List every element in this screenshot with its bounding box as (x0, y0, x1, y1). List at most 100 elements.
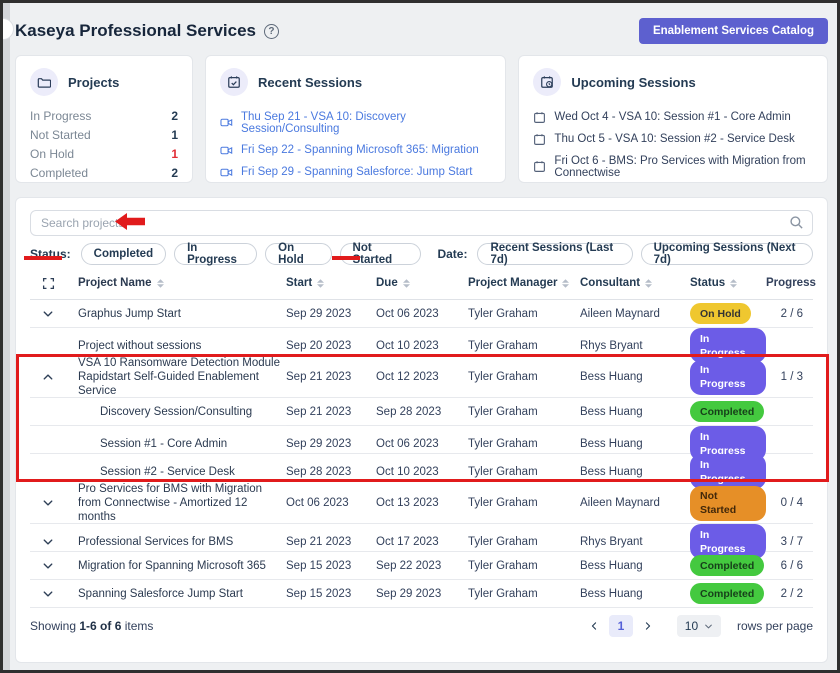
table-row: Migration for Spanning Microsoft 365 Sep… (30, 552, 813, 580)
filter-chip-recent-sessions[interactable]: Recent Sessions (Last 7d) (477, 243, 632, 265)
session-name: Session #1 - Core Admin (66, 437, 282, 451)
column-header-consultant[interactable]: Consultant (574, 277, 682, 289)
stat-row: On Hold 1 (30, 144, 178, 163)
table-row: Project without sessions Sep 20 2023 Oct… (30, 328, 813, 356)
recent-session-link[interactable]: Fri Sep 22 - Spanning Microsoft 365: Mig… (220, 139, 491, 161)
chevron-down-icon[interactable] (30, 308, 66, 320)
progress: 2 / 2 (766, 587, 813, 601)
projects-panel: Status: Completed In Progress On Hold No… (15, 197, 828, 663)
page-title: Kaseya Professional Services (15, 21, 256, 41)
start-date: Sep 21 2023 (282, 405, 372, 419)
filter-bar: Status: Completed In Progress On Hold No… (30, 243, 813, 265)
upcoming-session-item: Thu Oct 5 - VSA 10: Session #2 - Service… (533, 128, 813, 150)
search-icon[interactable] (789, 215, 804, 230)
recent-session-text: Thu Sep 21 - VSA 10: Discovery Session/C… (241, 111, 491, 135)
due-date: Sep 22 2023 (372, 559, 462, 573)
rows-per-page-select[interactable]: 10 (677, 615, 721, 637)
filter-chip-completed[interactable]: Completed (81, 243, 166, 265)
start-date: Oct 06 2023 (282, 496, 372, 510)
consultant: Bess Huang (574, 405, 682, 419)
calendar-icon (533, 133, 546, 146)
start-date: Sep 15 2023 (282, 559, 372, 573)
calendar-icon (533, 111, 546, 124)
status-badge: In Progress (690, 328, 766, 363)
project-manager: Tyler Graham (462, 559, 574, 573)
recent-sessions-title: Recent Sessions (258, 75, 362, 90)
consultant: Bess Huang (574, 465, 682, 479)
session-name: Session #2 - Service Desk (66, 465, 282, 479)
project-name: Professional Services for BMS (66, 535, 282, 549)
video-icon (220, 166, 233, 179)
sort-icon (730, 279, 737, 288)
help-icon[interactable]: ? (264, 24, 279, 39)
start-date: Sep 15 2023 (282, 587, 372, 601)
stat-value: 2 (171, 109, 178, 123)
consultant: Aileen Maynard (574, 307, 682, 321)
stat-value: 1 (171, 128, 178, 142)
previous-page-button[interactable] (585, 617, 603, 635)
status-badge: Completed (690, 401, 764, 422)
status-badge: In Progress (690, 454, 766, 489)
project-manager: Tyler Graham (462, 405, 574, 419)
folder-icon (30, 68, 58, 96)
due-date: Oct 06 2023 (372, 437, 462, 451)
table-row-expanded: VSA 10 Ransomware Detection Module Rapid… (30, 356, 813, 398)
pagination: 1 10 rows per page (585, 615, 813, 637)
status-badge: Not Started (690, 486, 766, 521)
filter-chip-on-hold[interactable]: On Hold (265, 243, 331, 265)
project-manager: Tyler Graham (462, 437, 574, 451)
upcoming-session-item: Wed Oct 4 - VSA 10: Session #1 - Core Ad… (533, 106, 813, 128)
status-badge: In Progress (690, 524, 766, 559)
filter-chip-upcoming-sessions[interactable]: Upcoming Sessions (Next 7d) (641, 243, 813, 265)
chevron-down-icon[interactable] (30, 536, 66, 548)
recent-session-link[interactable]: Fri Sep 29 - Spanning Salesforce: Jump S… (220, 161, 491, 183)
recent-session-text: Fri Sep 29 - Spanning Salesforce: Jump S… (241, 166, 472, 178)
status-badge: Completed (690, 583, 764, 604)
project-manager: Tyler Graham (462, 307, 574, 321)
progress: 6 / 6 (766, 559, 813, 573)
enablement-services-catalog-button[interactable]: Enablement Services Catalog (639, 18, 828, 44)
column-header-start[interactable]: Start (282, 277, 372, 289)
start-date: Sep 28 2023 (282, 465, 372, 479)
chevron-down-icon[interactable] (30, 497, 66, 509)
chevron-right-icon (643, 621, 653, 631)
table-row: Spanning Salesforce Jump Start Sep 15 20… (30, 580, 813, 608)
status-filter-label: Status: (30, 247, 71, 261)
chevron-down-icon[interactable] (30, 588, 66, 600)
filter-chip-not-started[interactable]: Not Started (340, 243, 422, 265)
calendar-check-icon (220, 68, 248, 96)
chevron-down-icon[interactable] (30, 560, 66, 572)
column-header-due[interactable]: Due (372, 277, 462, 289)
search-input[interactable] (30, 210, 813, 236)
table-row: Pro Services for BMS with Migration from… (30, 482, 813, 524)
calendar-clock-icon (533, 68, 561, 96)
chevron-up-icon[interactable] (30, 371, 66, 383)
app-window: Kaseya Professional Services ? Enablemen… (0, 0, 840, 673)
next-page-button[interactable] (639, 617, 657, 635)
summary-cards: Projects In Progress 2 Not Started 1 On … (15, 55, 828, 183)
start-date: Sep 21 2023 (282, 535, 372, 549)
start-date: Sep 29 2023 (282, 437, 372, 451)
column-header-status[interactable]: Status (682, 277, 766, 289)
progress: 3 / 7 (766, 535, 813, 549)
recent-session-link[interactable]: Thu Sep 21 - VSA 10: Discovery Session/C… (220, 106, 491, 139)
start-date: Sep 29 2023 (282, 307, 372, 321)
table-row: Professional Services for BMS Sep 21 202… (30, 524, 813, 552)
stat-label: On Hold (30, 147, 74, 161)
upcoming-sessions-title: Upcoming Sessions (571, 75, 695, 90)
page-number[interactable]: 1 (609, 615, 633, 637)
status-badge: In Progress (690, 360, 766, 395)
column-header-project-name[interactable]: Project Name (66, 277, 282, 289)
filter-chip-in-progress[interactable]: In Progress (174, 243, 257, 265)
stat-row: Completed 2 (30, 163, 178, 182)
project-manager: Tyler Graham (462, 465, 574, 479)
start-date: Sep 21 2023 (282, 370, 372, 384)
progress: 1 / 3 (766, 370, 813, 384)
column-header-project-manager[interactable]: Project Manager (462, 277, 574, 289)
projects-table: Project Name Start Due Project Manager C… (30, 267, 813, 608)
project-name: Graphus Jump Start (66, 307, 282, 321)
expand-all-icon[interactable] (30, 277, 66, 290)
due-date: Oct 10 2023 (372, 339, 462, 353)
project-name: VSA 10 Ransomware Detection Module Rapid… (66, 356, 282, 398)
project-manager: Tyler Graham (462, 339, 574, 353)
